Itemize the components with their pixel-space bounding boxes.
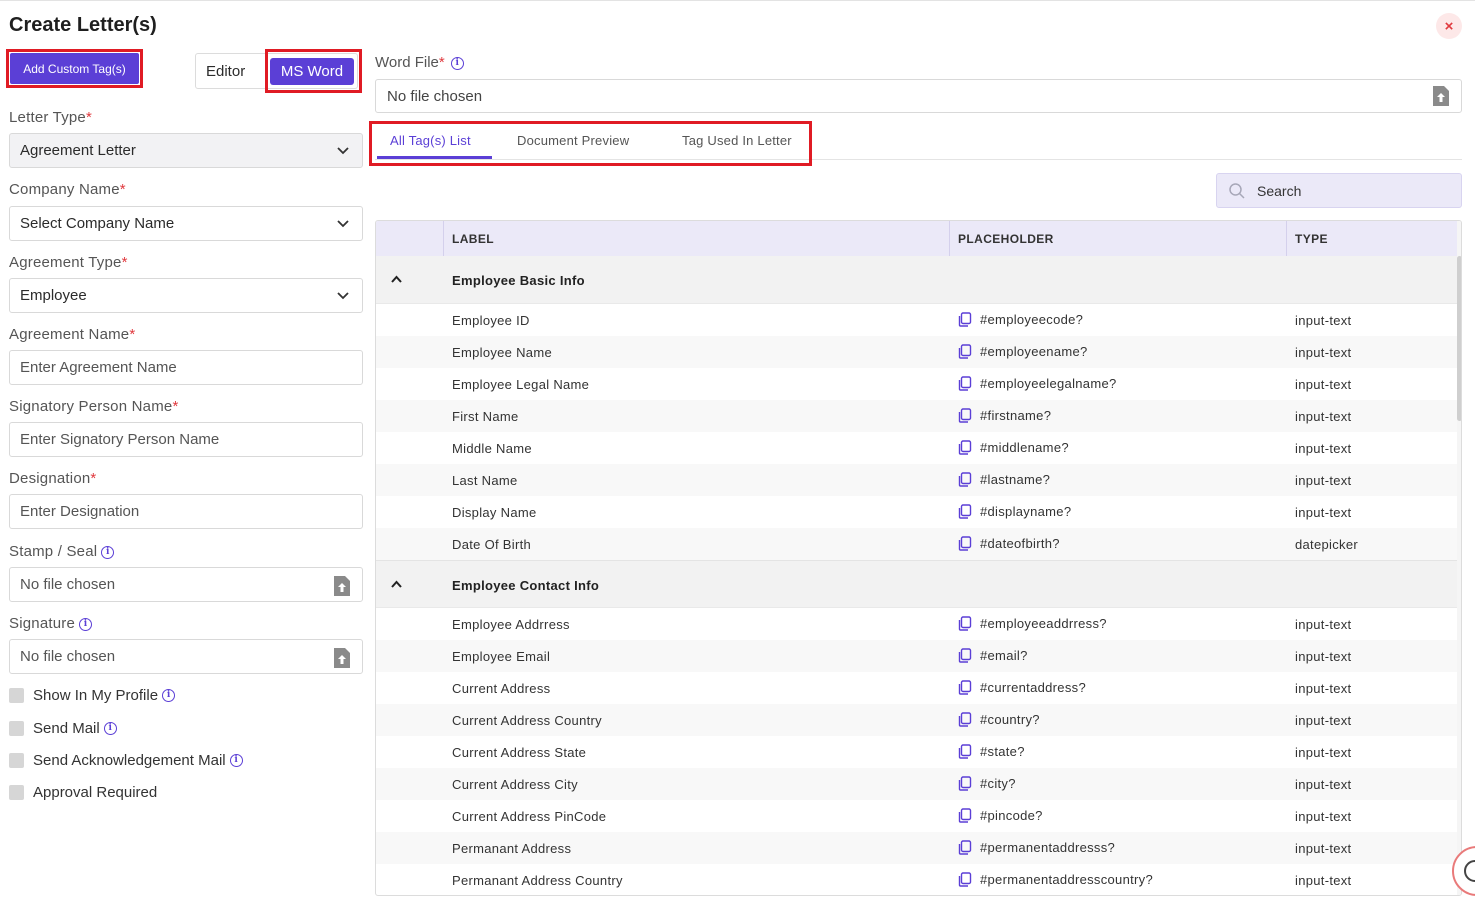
highlight-box: [369, 121, 812, 166]
table-row: Permanant Address #permanentaddresss? in…: [376, 832, 1457, 864]
copy-icon[interactable]: [958, 744, 972, 759]
table-row: Employee ID #employeecode? input-text: [452, 312, 1352, 328]
chevron-up-icon[interactable]: [390, 578, 403, 591]
help-icon: [1464, 860, 1475, 882]
approval-checkbox[interactable]: Approval Required: [9, 784, 157, 801]
word-file-input[interactable]: No file chosen: [375, 79, 1462, 113]
table-row: Current Address State #state? input-text: [452, 744, 1352, 760]
create-letter-modal: Create Letter(s) × Add Custom Tag(s) Edi…: [0, 0, 1475, 905]
info-icon[interactable]: i: [101, 545, 115, 559]
table-row: Employee Email #email? input-text: [376, 640, 1457, 672]
search-input[interactable]: Search: [1216, 173, 1462, 208]
header-placeholder: PLACEHOLDER: [958, 231, 1054, 246]
checkbox-box[interactable]: [9, 688, 24, 703]
table-row: Employee Legal Name #employeelegalname? …: [452, 376, 1352, 392]
signatory-input[interactable]: Enter Signatory Person Name: [9, 422, 363, 457]
close-icon: ×: [1444, 17, 1454, 35]
page-title: Create Letter(s): [9, 14, 157, 36]
copy-icon[interactable]: [958, 872, 972, 887]
copy-icon[interactable]: [958, 680, 972, 695]
chevron-down-icon: [337, 147, 349, 155]
table-row: Current Address PinCode #pincode? input-…: [452, 808, 1352, 824]
table-scrollbar[interactable]: [1457, 221, 1461, 895]
send-mail-checkbox[interactable]: Send Mail i: [9, 720, 117, 737]
info-icon[interactable]: i: [79, 617, 93, 631]
scrollbar-thumb[interactable]: [1457, 256, 1461, 421]
chevron-up-icon[interactable]: [390, 273, 403, 286]
letter-type-select[interactable]: Agreement Letter: [9, 133, 363, 168]
table-row: Employee Addrress #employeeaddrress? inp…: [452, 616, 1352, 632]
designation-label: Designation*: [9, 470, 97, 487]
info-icon[interactable]: i: [162, 689, 176, 702]
send-ack-checkbox[interactable]: Send Acknowledgement Mail i: [9, 752, 243, 769]
checkbox-box[interactable]: [9, 785, 24, 800]
checkbox-box[interactable]: [9, 753, 24, 768]
agreement-type-label: Agreement Type*: [9, 254, 128, 271]
search-icon: [1229, 182, 1245, 199]
tags-table: LABEL PLACEHOLDER TYPE Employee Basic In…: [375, 220, 1462, 896]
file-upload-icon[interactable]: [332, 575, 352, 597]
copy-icon[interactable]: [958, 536, 972, 551]
close-button[interactable]: ×: [1436, 13, 1462, 39]
table-row: Last Name #lastname? input-text: [376, 464, 1457, 496]
chevron-down-icon: [337, 292, 349, 300]
header-type: TYPE: [1295, 231, 1328, 246]
copy-icon[interactable]: [958, 376, 972, 391]
copy-icon[interactable]: [958, 808, 972, 823]
table-row: Middle Name #middlename? input-text: [452, 440, 1352, 456]
copy-icon[interactable]: [958, 344, 972, 359]
designation-input[interactable]: Enter Designation: [9, 494, 363, 529]
copy-icon[interactable]: [958, 440, 972, 455]
signature-file-input[interactable]: No file chosen: [9, 639, 363, 674]
highlight-box: [265, 49, 362, 93]
copy-icon[interactable]: [958, 472, 972, 487]
table-row: Employee Name #employeename? input-text: [376, 336, 1457, 368]
group-row-contact-info[interactable]: Employee Contact Info: [376, 560, 1457, 608]
stamp-file-input[interactable]: No file chosen: [9, 567, 363, 602]
copy-icon[interactable]: [958, 648, 972, 663]
table-row: Current Address Country #country? input-…: [376, 704, 1457, 736]
copy-icon[interactable]: [958, 504, 972, 519]
copy-icon[interactable]: [958, 776, 972, 791]
table-row: Date Of Birth #dateofbirth? datepicker: [376, 528, 1457, 560]
copy-icon[interactable]: [958, 616, 972, 631]
copy-icon[interactable]: [958, 408, 972, 423]
file-upload-icon[interactable]: [332, 647, 352, 669]
table-row: Display Name #displayname? input-text: [452, 504, 1352, 520]
stamp-label: Stamp / Seal i: [9, 543, 115, 560]
table-row: Current Address #currentaddress? input-t…: [452, 680, 1352, 696]
word-file-label: Word File* i: [375, 54, 464, 71]
header-label: LABEL: [452, 231, 494, 246]
header-separator: [443, 221, 444, 256]
editor-mode-button[interactable]: Editor: [206, 54, 245, 88]
group-row-basic-info[interactable]: Employee Basic Info: [376, 256, 1457, 304]
checkbox-box[interactable]: [9, 721, 24, 736]
signatory-label: Signatory Person Name*: [9, 398, 179, 415]
company-name-select[interactable]: Select Company Name: [9, 206, 363, 241]
header-separator: [1286, 221, 1287, 256]
table-row: First Name #firstname? input-text: [376, 400, 1457, 432]
agreement-name-input[interactable]: Enter Agreement Name: [9, 350, 363, 385]
signature-label: Signature i: [9, 615, 93, 632]
table-row: Current Address City #city? input-text: [376, 768, 1457, 800]
company-name-label: Company Name*: [9, 181, 126, 198]
copy-icon[interactable]: [958, 840, 972, 855]
table-row: Permanant Address Country #permanentaddr…: [452, 872, 1352, 888]
copy-icon[interactable]: [958, 312, 972, 327]
table-header: LABEL PLACEHOLDER TYPE: [376, 221, 1457, 256]
info-icon[interactable]: i: [229, 754, 243, 767]
add-custom-tags-button[interactable]: Add Custom Tag(s): [10, 53, 139, 84]
agreement-type-select[interactable]: Employee: [9, 278, 363, 313]
chevron-down-icon: [337, 220, 349, 228]
letter-type-label: Letter Type*: [9, 109, 93, 126]
agreement-name-label: Agreement Name*: [9, 326, 136, 343]
file-upload-icon[interactable]: [1431, 85, 1451, 107]
show-profile-checkbox[interactable]: Show In My Profile i: [9, 687, 176, 704]
copy-icon[interactable]: [958, 712, 972, 727]
header-separator: [949, 221, 950, 256]
info-icon[interactable]: i: [450, 56, 464, 70]
info-icon[interactable]: i: [103, 722, 117, 735]
